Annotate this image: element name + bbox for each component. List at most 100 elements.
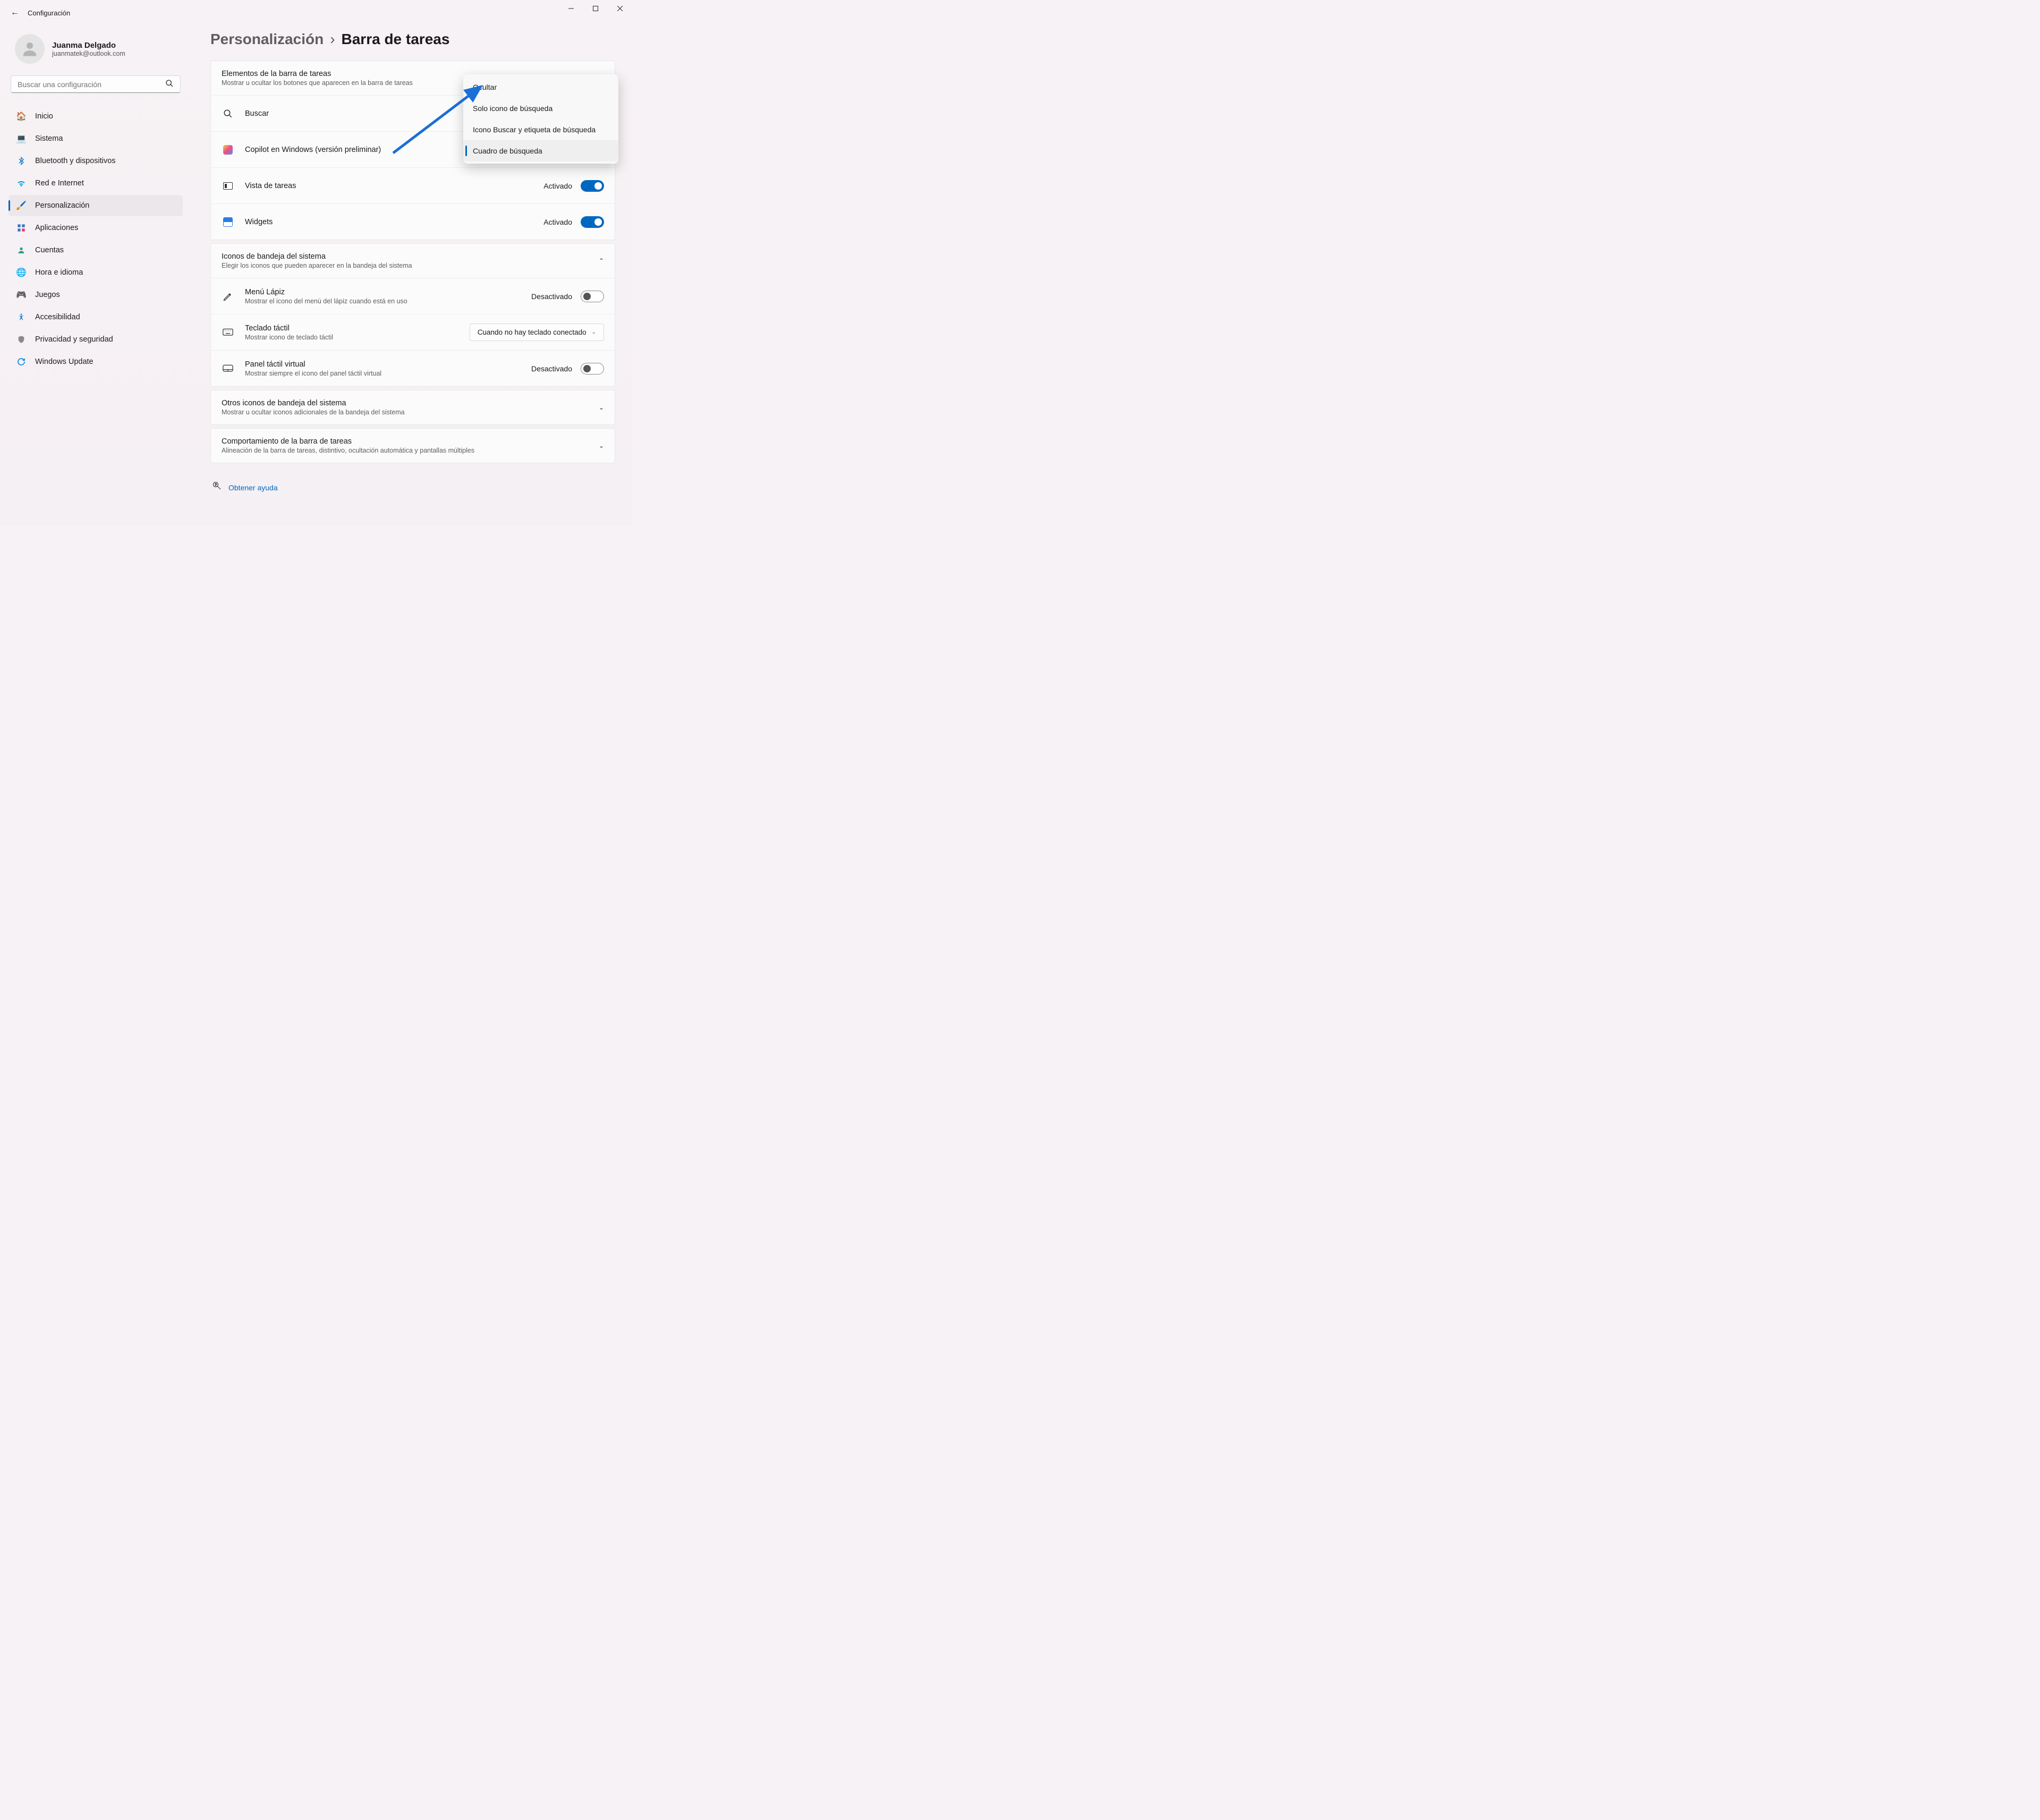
close-button[interactable]	[608, 0, 632, 17]
chevron-up-icon: ⌃	[599, 257, 604, 265]
svg-text:?: ?	[215, 483, 217, 487]
dropdown-option-hide[interactable]: Ocultar	[463, 76, 618, 98]
main-content: Personalización › Barra de tareas Elemen…	[191, 25, 632, 526]
clock-icon: 🌐	[16, 267, 27, 278]
row-label: Widgets	[245, 218, 543, 226]
nav-bluetooth[interactable]: Bluetooth y dispositivos	[8, 150, 183, 172]
chevron-down-icon: ⌄	[592, 329, 596, 335]
toggle-status: Desactivado	[531, 292, 572, 301]
row-sub: Mostrar icono de teclado táctil	[245, 334, 470, 341]
nav-cuentas[interactable]: Cuentas	[8, 240, 183, 261]
section-sub: Alineación de la barra de tareas, distin…	[222, 447, 474, 454]
sidebar: Juanma Delgado juanmatek@outlook.com 🏠 In…	[0, 25, 191, 526]
row-label: Panel táctil virtual	[245, 360, 531, 369]
nav-label: Hora e idioma	[35, 268, 83, 277]
copilot-icon	[222, 143, 234, 156]
search-dropdown-menu: Ocultar Solo icono de búsqueda Icono Bus…	[463, 74, 618, 164]
search-icon	[222, 107, 234, 120]
search-input[interactable]	[11, 75, 181, 93]
nav-label: Inicio	[35, 112, 53, 121]
nav-update[interactable]: Windows Update	[8, 351, 183, 372]
nav-red[interactable]: Red e Internet	[8, 173, 183, 194]
accessibility-icon	[16, 312, 27, 322]
chevron-down-icon: ⌄	[599, 404, 604, 411]
widgets-icon	[222, 216, 234, 228]
nav-accesibilidad[interactable]: Accesibilidad	[8, 307, 183, 328]
breadcrumb-parent[interactable]: Personalización	[210, 31, 324, 48]
chevron-down-icon: ⌄	[599, 442, 604, 449]
toggle-touchpad[interactable]	[581, 363, 604, 375]
section-taskbar-behavior: Comportamiento de la barra de tareas Ali…	[210, 428, 615, 463]
pen-icon	[222, 290, 234, 303]
maximize-button[interactable]	[583, 0, 608, 17]
close-icon	[617, 6, 623, 11]
dropdown-touch-keyboard[interactable]: Cuando no hay teclado conectado ⌄	[470, 324, 604, 341]
dropdown-option-icon-label[interactable]: Icono Buscar y etiqueta de búsqueda	[463, 119, 618, 140]
nav-personalizacion[interactable]: 🖌️Personalización	[8, 195, 183, 216]
row-pen-menu: Menú Lápiz Mostrar el icono del menú del…	[211, 278, 615, 314]
section-sub: Elegir los iconos que pueden aparecer en…	[222, 262, 412, 269]
minimize-button[interactable]	[559, 0, 583, 17]
window-controls	[559, 0, 632, 17]
update-icon	[16, 356, 27, 367]
row-taskview: Vista de tareas Activado	[211, 167, 615, 203]
row-virtual-touchpad: Panel táctil virtual Mostrar siempre el …	[211, 350, 615, 386]
nav-aplicaciones[interactable]: Aplicaciones	[8, 217, 183, 239]
dropdown-option-search-box[interactable]: Cuadro de búsqueda	[463, 140, 618, 161]
section-heading: Otros iconos de bandeja del sistema	[222, 399, 405, 407]
search-icon	[165, 79, 174, 89]
user-block[interactable]: Juanma Delgado juanmatek@outlook.com	[8, 30, 183, 73]
section-heading: Iconos de bandeja del sistema	[222, 252, 412, 261]
home-icon: 🏠	[16, 111, 27, 122]
search-field[interactable]	[18, 80, 165, 89]
user-name: Juanma Delgado	[52, 41, 125, 50]
row-sub: Mostrar el icono del menú del lápiz cuan…	[245, 297, 531, 305]
row-label: Teclado táctil	[245, 324, 470, 333]
back-button[interactable]: ←	[11, 8, 28, 18]
keyboard-icon	[222, 326, 234, 339]
brush-icon: 🖌️	[16, 200, 27, 211]
section-sub: Mostrar u ocultar iconos adicionales de …	[222, 409, 405, 416]
nav-sistema[interactable]: 💻Sistema	[8, 128, 183, 149]
nav-label: Cuentas	[35, 246, 64, 254]
dropdown-option-icon-only[interactable]: Solo icono de búsqueda	[463, 98, 618, 119]
nav-label: Privacidad y seguridad	[35, 335, 113, 344]
wifi-icon	[16, 178, 27, 189]
section-header-other-tray[interactable]: Otros iconos de bandeja del sistema Most…	[211, 390, 615, 424]
nav-juegos[interactable]: 🎮 Juegos	[8, 284, 183, 305]
nav-label: Bluetooth y dispositivos	[35, 157, 116, 165]
breadcrumb: Personalización › Barra de tareas	[210, 31, 615, 48]
apps-icon	[16, 223, 27, 233]
toggle-taskview[interactable]	[581, 180, 604, 192]
shield-icon	[16, 334, 27, 345]
nav-label: Red e Internet	[35, 179, 84, 188]
section-heading: Elementos de la barra de tareas	[222, 70, 413, 78]
toggle-pen[interactable]	[581, 291, 604, 302]
nav-hora[interactable]: 🌐 Hora e idioma	[8, 262, 183, 283]
nav-label: Aplicaciones	[35, 224, 78, 232]
account-icon	[16, 245, 27, 256]
help-link[interactable]: ? Obtener ayuda	[210, 466, 615, 494]
help-icon: ?	[212, 481, 222, 494]
user-email: juanmatek@outlook.com	[52, 50, 125, 57]
gamepad-icon: 🎮	[16, 290, 27, 300]
toggle-widgets[interactable]	[581, 216, 604, 228]
nav: 🏠 Inicio 💻Sistema Bluetooth y dispositivo…	[8, 106, 183, 372]
nav-inicio[interactable]: 🏠 Inicio	[8, 106, 183, 127]
taskview-icon	[222, 180, 234, 192]
user-icon	[20, 39, 39, 58]
nav-label: Windows Update	[35, 358, 94, 366]
help-label: Obtener ayuda	[228, 483, 278, 492]
section-header-tray[interactable]: Iconos de bandeja del sistema Elegir los…	[211, 244, 615, 278]
nav-label: Juegos	[35, 291, 60, 299]
nav-privacidad[interactable]: Privacidad y seguridad	[8, 329, 183, 350]
titlebar: ← Configuración	[0, 0, 632, 25]
section-tray-icons: Iconos de bandeja del sistema Elegir los…	[210, 243, 615, 387]
row-sub: Mostrar siempre el icono del panel tácti…	[245, 370, 531, 377]
row-touch-keyboard: Teclado táctil Mostrar icono de teclado …	[211, 314, 615, 350]
dropdown-value: Cuando no hay teclado conectado	[478, 328, 586, 336]
toggle-status: Desactivado	[531, 364, 572, 373]
system-icon: 💻	[16, 133, 27, 144]
breadcrumb-current: Barra de tareas	[342, 31, 450, 48]
section-header-behavior[interactable]: Comportamiento de la barra de tareas Ali…	[211, 429, 615, 463]
